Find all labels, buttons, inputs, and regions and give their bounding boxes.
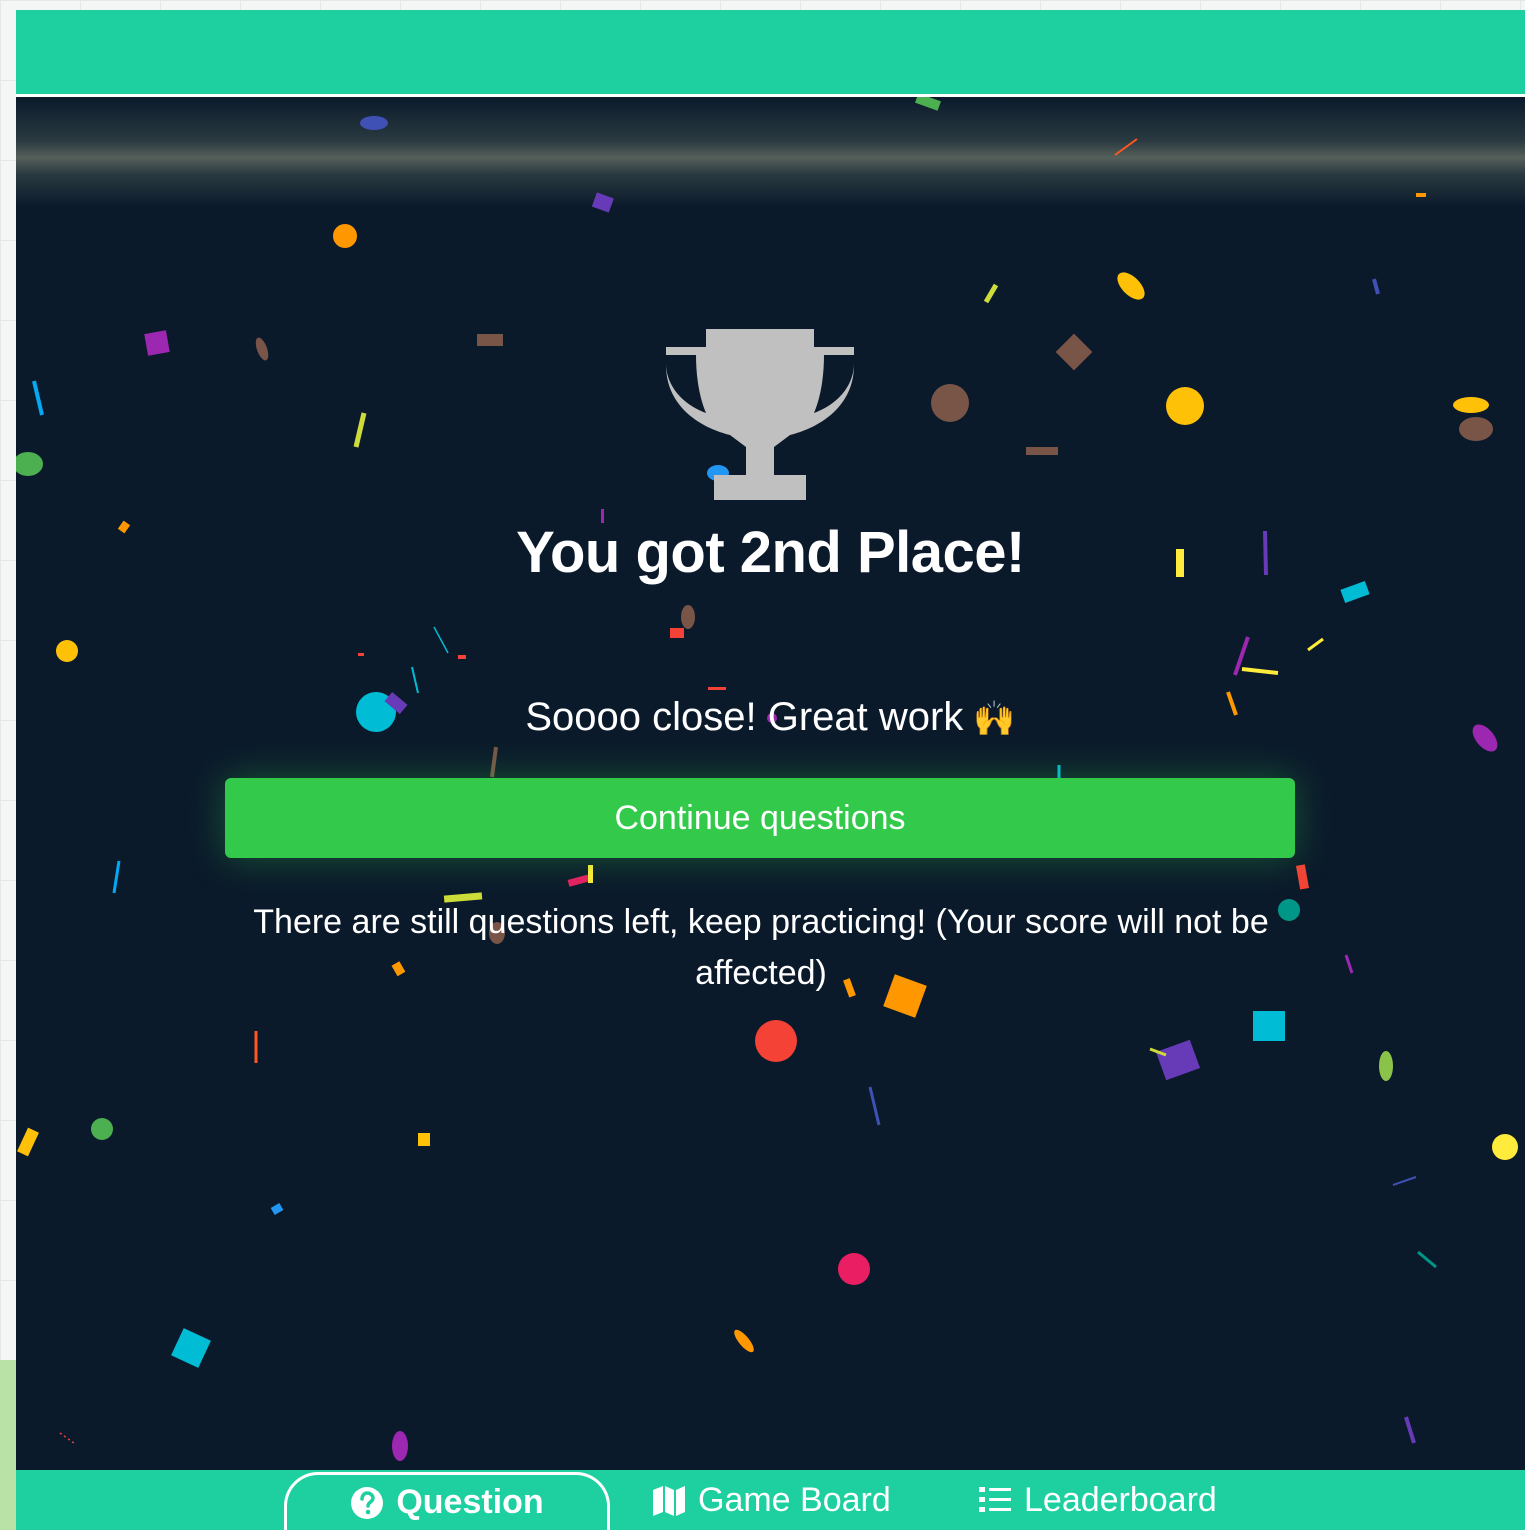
- top-header-bar: [16, 10, 1525, 94]
- trophy-icon: [666, 329, 854, 500]
- continue-questions-button[interactable]: Continue questions: [225, 778, 1295, 858]
- tab-leaderboard[interactable]: Leaderboard: [978, 1470, 1217, 1530]
- result-subtitle: Soooo close! Great work 🙌: [16, 695, 1525, 740]
- map-icon: [653, 1486, 685, 1516]
- question-circle-icon: [351, 1486, 384, 1519]
- bottom-tab-bar: Question Game Board Leaderboard: [16, 1470, 1525, 1530]
- tab-game-board-label: Game Board: [698, 1480, 891, 1519]
- result-subtitle-text: Soooo close! Great work: [525, 695, 964, 739]
- result-title: You got 2nd Place!: [516, 520, 1025, 585]
- tab-question-label: Question: [396, 1483, 544, 1521]
- raising-hands-emoji: 🙌: [973, 700, 1016, 738]
- tab-leaderboard-label: Leaderboard: [1024, 1480, 1217, 1519]
- practice-note: There are still questions left, keep pra…: [253, 903, 1269, 992]
- tab-question[interactable]: Question: [284, 1472, 610, 1530]
- list-icon: [979, 1487, 1011, 1512]
- result-stage: You got 2nd Place! Soooo close! Great wo…: [16, 97, 1525, 1470]
- tab-game-board[interactable]: Game Board: [652, 1470, 891, 1530]
